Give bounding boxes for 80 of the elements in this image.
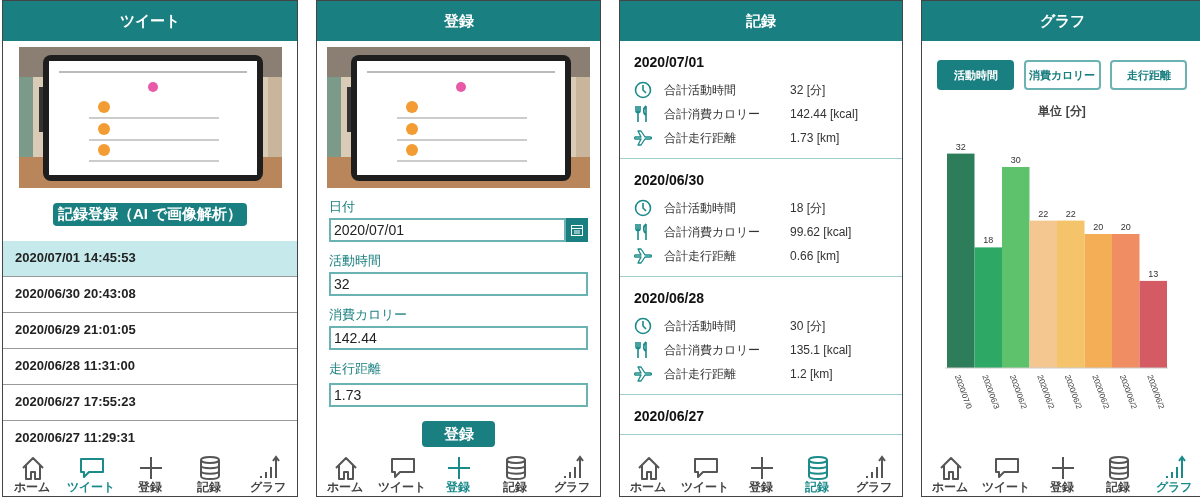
stat-label: 合計活動時間	[664, 318, 737, 335]
record-date: 2020/07/01	[634, 53, 706, 72]
nav-tab[interactable]: ツイート	[679, 454, 730, 494]
chart-tab[interactable]: 活動時間	[937, 60, 1014, 90]
clock-icon	[634, 317, 652, 335]
input-field[interactable]: 1.73	[329, 383, 588, 407]
nav-tab[interactable]: グラフ	[1149, 454, 1199, 494]
screen-title: ツイート	[3, 1, 297, 41]
plus-icon	[445, 454, 472, 480]
nav-tab[interactable]: グラフ	[848, 454, 899, 494]
stat-value: 18 [分]	[790, 200, 826, 217]
calendar-icon	[571, 224, 583, 236]
stat-label: 合計活動時間	[664, 200, 737, 217]
bar-value: 22	[1038, 208, 1049, 219]
stat-value: 142.44 [kcal]	[790, 106, 859, 123]
field-label: 活動時間	[329, 252, 382, 270]
nav-tab[interactable]: 登録	[433, 454, 484, 494]
screen-title: 記録	[620, 1, 902, 41]
nav-tab[interactable]: ホーム	[623, 454, 674, 494]
stat-label: 合計走行距離	[664, 130, 737, 147]
clock-icon	[634, 81, 652, 99]
airplane-icon	[634, 365, 652, 383]
field-label: 走行距離	[329, 360, 382, 378]
plus-icon	[137, 454, 163, 480]
bar-value: 20	[1120, 222, 1131, 232]
nav-tab[interactable]: 登録	[1037, 454, 1087, 494]
stat-value: 1.2 [km]	[790, 366, 833, 383]
stat-value: 1.73 [km]	[790, 130, 840, 147]
input-field[interactable]: 142.44	[329, 326, 588, 350]
nav-tab[interactable]: 記録	[183, 454, 234, 494]
record-date: 2020/06/28	[634, 289, 706, 308]
input-field[interactable]: 2020/07/01	[329, 218, 566, 242]
calendar-button[interactable]	[566, 218, 588, 242]
nav-tab[interactable]: ホーム	[7, 454, 58, 494]
field-label: 日付	[329, 198, 356, 216]
input-field[interactable]: 32	[329, 272, 588, 296]
chart-tab[interactable]: 消費カロリー	[1023, 60, 1101, 90]
register-button[interactable]: 登録	[422, 421, 495, 447]
stat-value: 135.1 [kcal]	[790, 342, 852, 359]
record-date: 2020/06/27	[634, 407, 706, 426]
list-item[interactable]: 2020/07/01 14:45:53	[3, 240, 297, 277]
stat-label: 合計走行距離	[664, 366, 737, 383]
nav-tab[interactable]: ツイート	[376, 454, 427, 494]
bar-value: 22	[1065, 208, 1076, 219]
analyze-button[interactable]: 記録登録（AI で画像解析）	[53, 203, 247, 226]
stat-label: 合計消費カロリー	[664, 106, 761, 123]
nav-tab[interactable]: ツイート	[66, 454, 117, 494]
nav-tab[interactable]: グラフ	[242, 454, 293, 494]
plus-icon	[1049, 454, 1075, 480]
stat-value: 30 [分]	[790, 318, 826, 335]
stat-label: 合計消費カロリー	[664, 342, 761, 359]
field-label: 消費カロリー	[329, 306, 408, 324]
bar-value: 13	[1148, 268, 1159, 279]
nav-tab[interactable]: ホーム	[320, 454, 371, 494]
bar-value: 32	[955, 141, 966, 152]
stat-label: 合計走行距離	[664, 248, 737, 265]
airplane-icon	[634, 129, 652, 147]
bar-value: 18	[983, 235, 994, 246]
stat-value: 99.62 [kcal]	[790, 224, 852, 241]
stat-label: 合計活動時間	[664, 82, 737, 99]
bar-value: 30	[1010, 155, 1021, 165]
bar-value: 20	[1093, 222, 1104, 232]
record-date: 2020/06/30	[634, 171, 706, 190]
nav-tab[interactable]: 記録	[1093, 454, 1143, 494]
nav-tab[interactable]: 登録	[735, 454, 786, 494]
screen-title: 登録	[317, 1, 600, 41]
nav-tab[interactable]: 記録	[490, 454, 541, 494]
stat-value: 0.66 [km]	[790, 248, 840, 265]
nav-tab[interactable]: 記録	[792, 454, 843, 494]
clock-icon	[634, 199, 652, 217]
screen-title: グラフ	[922, 1, 1200, 41]
chart-unit: 単位 [分]	[1037, 103, 1087, 120]
nav-tab[interactable]: グラフ	[546, 454, 597, 494]
stat-label: 合計消費カロリー	[664, 224, 761, 241]
stat-value: 32 [分]	[790, 82, 826, 99]
nav-tab[interactable]: ツイート	[981, 454, 1031, 494]
nav-tab[interactable]: 登録	[125, 454, 175, 494]
airplane-icon	[634, 247, 652, 265]
chart-tab[interactable]: 走行距離	[1110, 60, 1187, 90]
nav-tab[interactable]: ホーム	[925, 454, 975, 494]
